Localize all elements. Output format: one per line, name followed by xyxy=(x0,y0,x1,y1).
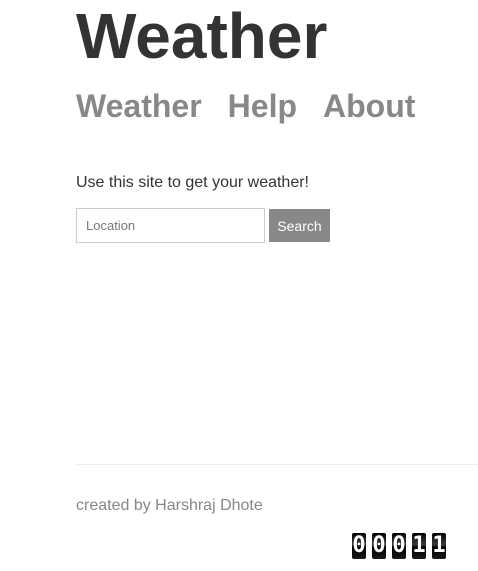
site-title: Weather xyxy=(76,0,328,72)
footer-credit: created by Harshraj Dhote xyxy=(76,497,263,514)
nav-link-about[interactable]: About xyxy=(323,86,415,126)
nav-link-weather[interactable]: Weather xyxy=(76,86,202,126)
visit-counter: 0 0 0 1 1 xyxy=(352,533,446,559)
counter-digit: 0 xyxy=(352,533,366,559)
intro-text: Use this site to get your weather! xyxy=(76,174,309,191)
counter-digit: 0 xyxy=(392,533,406,559)
counter-digit: 0 xyxy=(372,533,386,559)
counter-digit: 1 xyxy=(432,533,446,559)
main-nav: Weather Help About xyxy=(76,86,415,126)
location-input[interactable] xyxy=(76,208,265,243)
page: Weather Weather Help About Use this site… xyxy=(0,0,478,571)
nav-link-help[interactable]: Help xyxy=(228,86,297,126)
search-form: Search xyxy=(76,208,330,243)
counter-digit: 1 xyxy=(412,533,426,559)
footer-divider xyxy=(76,464,478,465)
search-button[interactable]: Search xyxy=(269,209,330,242)
